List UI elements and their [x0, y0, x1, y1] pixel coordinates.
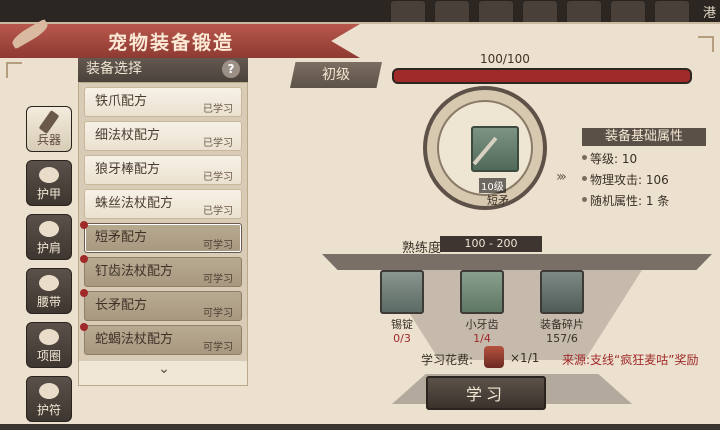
recipe-list-panel: 装备选择 ? 铁爪配方 已学习 细法杖配方 已学习 狼牙棒配方 已学习 蛛丝法杖配方已…	[78, 56, 248, 406]
tab-belt[interactable]: 腰带	[26, 268, 72, 314]
recipe-status: 已学习	[203, 138, 233, 149]
shard-icon	[540, 270, 584, 314]
weapon-name: 短矛	[487, 194, 509, 207]
attribute-line: 物理攻击: 106	[582, 171, 706, 188]
recipe-list-title: 装备选择	[86, 61, 142, 77]
recipe-list[interactable]: 铁爪配方 已学习 细法杖配方 已学习 狼牙棒配方 已学习 蛛丝法杖配方 已学习 短矛配方…	[78, 82, 248, 386]
tooth-icon	[460, 270, 504, 314]
recipe-status: 已学习	[203, 172, 233, 183]
progress-text: 100/100	[480, 52, 530, 66]
material-name: 装备碎片	[540, 318, 584, 331]
proficiency-range: 100 - 200	[440, 236, 542, 252]
tin-ingot-icon	[380, 270, 424, 314]
material-name: 小牙齿	[465, 318, 499, 331]
attribute-line: 随机属性: 1 条	[582, 192, 706, 209]
grade-tag: 初级	[290, 62, 382, 88]
collar-icon	[39, 329, 59, 345]
recipe-item[interactable]: 狼牙棒配方已学习	[84, 155, 242, 185]
progress-fill	[394, 70, 690, 82]
armor-icon	[39, 167, 59, 183]
recipe-item[interactable]: 蛇蝎法杖配方可学习	[80, 323, 242, 355]
weapon-display-inner: 10级 短矛	[437, 100, 533, 207]
cost-label: 学习花费:	[421, 353, 474, 367]
chevron-down-icon[interactable]: ⌄	[79, 361, 247, 385]
weapon-level: 10级	[479, 178, 506, 193]
tab-collar[interactable]: 项圈	[26, 322, 72, 368]
new-indicator-dot	[80, 255, 88, 263]
blade-shape	[472, 136, 498, 166]
top-right-label: 港	[702, 6, 716, 21]
page-title: 宠物装备锻造	[108, 32, 235, 54]
charm-icon	[39, 383, 59, 399]
attribute-header: 装备基础属性	[582, 128, 706, 146]
material-count: 0/3	[393, 332, 411, 345]
arrow-icon: ›››	[556, 169, 567, 185]
tab-label: 护甲	[36, 187, 61, 201]
recipe-item[interactable]: 长矛配方可学习	[80, 289, 242, 321]
tab-label: 兵器	[36, 133, 61, 147]
recipe-status: 可学习	[203, 342, 233, 353]
new-indicator-dot	[80, 323, 88, 331]
recipe-item[interactable]: 蛛丝法杖配方已学习	[84, 189, 242, 219]
progress-bar	[392, 68, 692, 84]
material-name: 锡锭	[391, 318, 413, 331]
recipe-item[interactable]: 铁爪配方已学习	[84, 87, 242, 117]
spear-icon[interactable]	[471, 126, 519, 172]
tab-label: 腰带	[36, 295, 61, 309]
tab-label: 护符	[36, 403, 61, 417]
category-tabs: 兵器 护甲 护肩 腰带 项圈 护符	[26, 106, 72, 430]
new-indicator-dot	[80, 289, 88, 297]
belt-icon	[39, 275, 59, 291]
corner-ornament	[698, 36, 714, 52]
recipe-item-selected[interactable]: 短矛配方可学习	[80, 221, 242, 253]
recipe-item[interactable]: 细法杖配方已学习	[84, 121, 242, 151]
recipe-name: 长矛配方	[95, 298, 148, 313]
recipe-item[interactable]: 钉齿法杖配方可学习	[80, 255, 242, 287]
recipe-status: 可学习	[203, 308, 233, 319]
recipe-name: 钉齿法杖配方	[95, 264, 174, 279]
attribute-line: 等级: 10	[582, 150, 706, 167]
weapon-display-ring: 10级 短矛	[423, 86, 547, 210]
recipe-name: 铁爪配方	[95, 94, 148, 109]
material-slot[interactable]: 装备碎片 157/6	[536, 270, 588, 345]
tab-armor[interactable]: 护甲	[26, 160, 72, 206]
recipe-status: 可学习	[203, 274, 233, 285]
source-text: 来源:支线“疯狂麦咕”奖励	[562, 353, 699, 367]
tab-charm[interactable]: 护符	[26, 376, 72, 422]
material-slot[interactable]: 小牙齿 1/4	[456, 270, 508, 345]
recipe-status: 已学习	[203, 206, 233, 217]
forge-panel: 宠物装备锻造 兵器 护甲 护肩 腰带 项圈 护符 装备选择 ? 铁爪配方 已学习 …	[0, 18, 720, 424]
help-icon[interactable]: ?	[222, 60, 240, 78]
recipe-status: 可学习	[203, 240, 233, 251]
attribute-panel: 装备基础属性 等级: 10 物理攻击: 106 随机属性: 1 条	[582, 128, 706, 208]
tab-weapon[interactable]: 兵器	[26, 106, 72, 152]
recipe-status: 已学习	[203, 104, 233, 115]
material-count: 1/4	[473, 332, 491, 345]
tab-shoulder[interactable]: 护肩	[26, 214, 72, 260]
material-count: 157/6	[546, 332, 578, 345]
learn-button[interactable]: 学习	[426, 376, 546, 410]
recipe-name: 蛛丝法杖配方	[95, 196, 174, 211]
cost-value: ×1/1	[510, 351, 540, 365]
tab-label: 护肩	[36, 241, 61, 255]
material-slot[interactable]: 锡锭 0/3	[376, 270, 428, 345]
scroll-icon	[484, 346, 504, 368]
recipe-name: 蛇蝎法杖配方	[95, 332, 174, 347]
recipe-name: 狼牙棒配方	[95, 162, 161, 177]
corner-ornament	[6, 62, 22, 78]
tab-label: 项圈	[36, 349, 61, 363]
new-indicator-dot	[80, 221, 88, 229]
anvil-top	[322, 254, 712, 270]
shoulder-icon	[39, 221, 59, 237]
title-ribbon: 宠物装备锻造	[0, 24, 360, 58]
recipe-name: 细法杖配方	[95, 128, 161, 143]
recipe-name: 短矛配方	[95, 230, 148, 245]
recipe-list-header: 装备选择 ?	[78, 56, 248, 82]
